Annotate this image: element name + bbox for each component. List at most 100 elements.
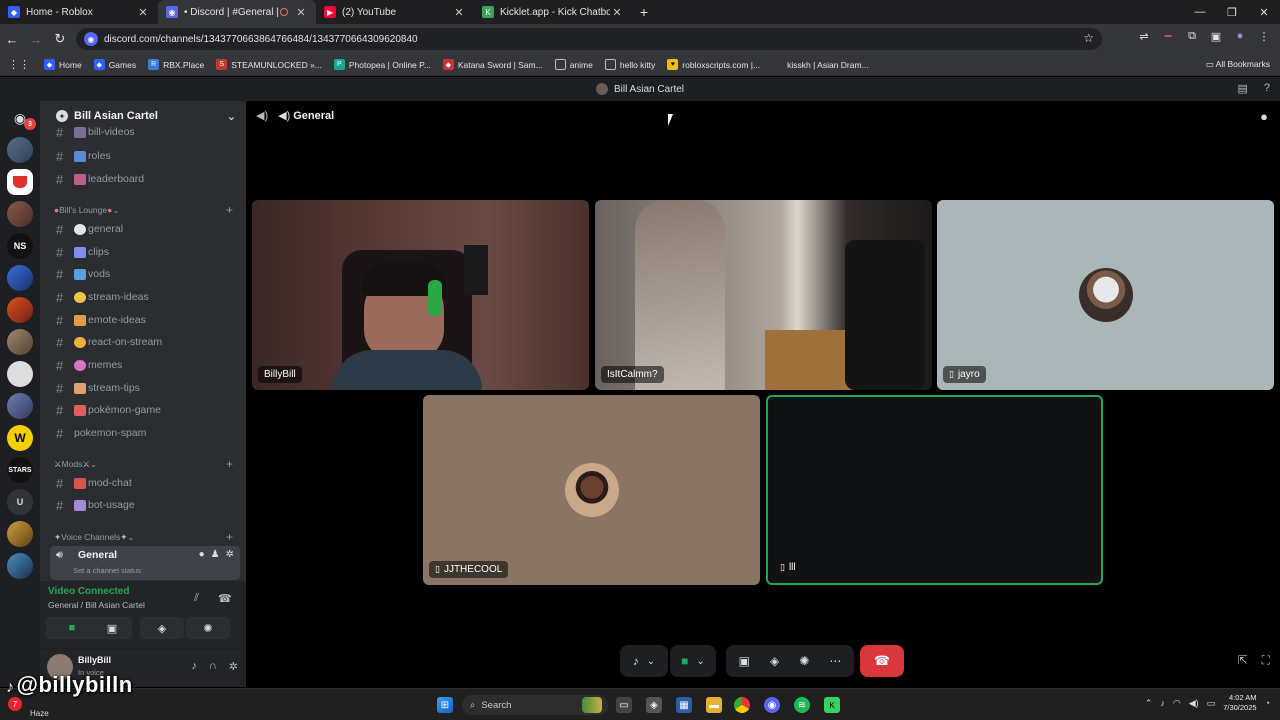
screen-share-icon[interactable]: ▣: [739, 654, 750, 668]
more-options-icon[interactable]: ⋯: [829, 654, 841, 668]
forward-icon[interactable]: →: [24, 32, 48, 47]
server-icon[interactable]: [7, 393, 33, 419]
profile-icon[interactable]: ●: [1232, 30, 1248, 46]
channel-item[interactable]: # memes: [50, 355, 240, 375]
reload-icon[interactable]: ↻: [48, 31, 72, 47]
channel-item[interactable]: # pokemon-spam: [50, 423, 240, 443]
chat-icon[interactable]: ●: [1260, 109, 1268, 124]
spotify-icon[interactable]: ≋: [794, 697, 810, 713]
notifications-bell-icon[interactable]: ◔: [1265, 698, 1270, 708]
discord-taskbar-icon[interactable]: ◉: [764, 697, 780, 713]
participant-tile-isitcalmm[interactable]: IsItCalmm?: [595, 200, 932, 390]
server-icon[interactable]: U: [7, 489, 33, 515]
server-icon[interactable]: [7, 553, 33, 579]
server-icon[interactable]: [7, 201, 33, 227]
apps-grid-icon[interactable]: ⋮⋮: [8, 58, 30, 71]
channel-item[interactable]: # emote-ideas: [50, 310, 240, 330]
kick-app-icon[interactable]: K: [824, 697, 840, 713]
new-tab-button[interactable]: +: [632, 0, 656, 24]
tab-youtube[interactable]: ▶ (2) YouTube ✕: [316, 0, 474, 24]
bookmark-folder-anime[interactable]: anime: [554, 59, 593, 70]
volume-icon[interactable]: ◀): [1189, 698, 1199, 709]
channel-item[interactable]: # mod-chat: [50, 473, 240, 493]
participant-tile-jjthecool[interactable]: ▯ JJTHECOOL: [423, 395, 760, 585]
bookmark-steamunlocked[interactable]: S STEAMUNLOCKED »...: [216, 59, 322, 70]
microphone-icon[interactable]: ♪: [191, 660, 197, 673]
all-bookmarks-button[interactable]: ▭ All Bookmarks: [1206, 59, 1270, 70]
channel-item[interactable]: # react-on-stream: [50, 332, 240, 352]
create-channel-icon[interactable]: +: [226, 457, 233, 471]
clock[interactable]: 4:02 AM 7/30/2025: [1223, 693, 1256, 713]
task-view-icon[interactable]: ▭: [616, 697, 632, 713]
fullscreen-icon[interactable]: ⛶: [1262, 653, 1270, 668]
back-icon[interactable]: ←: [0, 32, 24, 47]
category-bills-lounge[interactable]: ● Bill's Lounge ● ⌄ +: [54, 203, 244, 217]
disconnect-icon[interactable]: ☎: [218, 592, 232, 605]
channel-item[interactable]: # stream-tips: [50, 378, 240, 398]
mute-microphone-button[interactable]: ♪ ⌄: [620, 645, 668, 677]
bookmark-home[interactable]: ◆ Home: [44, 59, 82, 70]
activities-button[interactable]: ◈: [140, 617, 184, 639]
taskbar-search[interactable]: ⌕ Search: [462, 695, 608, 715]
server-icon[interactable]: [7, 329, 33, 355]
channel-item[interactable]: # bill-videos: [50, 125, 240, 139]
tab-roblox[interactable]: ◆ Home - Roblox ✕: [0, 0, 158, 24]
file-explorer-icon[interactable]: ▬: [706, 697, 722, 713]
help-icon[interactable]: ?: [1264, 82, 1270, 95]
bookmark-katana[interactable]: ◆ Katana Sword | Sam...: [442, 59, 543, 70]
close-tab-icon[interactable]: ✕: [610, 6, 624, 19]
tab-kicklet[interactable]: K Kicklet.app - Kick Chatbot and ✕: [474, 0, 632, 24]
bookmark-games[interactable]: ◆ Games: [93, 59, 136, 70]
channel-item[interactable]: # roles: [50, 146, 240, 166]
sidepanel-icon[interactable]: ▣: [1208, 30, 1224, 46]
category-mods[interactable]: ⚔ Mods ⚔ ⌄ +: [54, 457, 244, 471]
server-icon[interactable]: NS: [7, 233, 33, 259]
soundboard-button[interactable]: ✺: [186, 617, 230, 639]
address-bar[interactable]: ◉ discord.com/channels/13437706638647664…: [76, 28, 1102, 50]
channel-item[interactable]: # vods: [50, 264, 240, 284]
close-tab-icon[interactable]: ✕: [452, 6, 466, 19]
bookmark-rbxplace[interactable]: R RBX.Place: [148, 59, 204, 70]
close-window-icon[interactable]: ✕: [1248, 0, 1280, 24]
gear-icon[interactable]: ✲: [226, 549, 234, 560]
server-icon[interactable]: [7, 521, 33, 547]
restore-icon[interactable]: ❐: [1216, 0, 1248, 24]
close-tab-icon[interactable]: ✕: [136, 6, 150, 19]
chevron-up-icon[interactable]: ⌃: [1145, 698, 1153, 709]
extensions-puzzle-icon[interactable]: ⧉: [1184, 30, 1200, 46]
copilot-icon[interactable]: ◈: [646, 697, 662, 713]
extension-icon[interactable]: ━: [1160, 30, 1176, 46]
category-voice-channels[interactable]: ✦ Voice Channels ✦ ⌄ +: [54, 530, 244, 544]
gear-icon[interactable]: ✲: [229, 660, 238, 673]
edge-widget-icon[interactable]: ▦: [676, 697, 692, 713]
channel-item[interactable]: # clips: [50, 242, 240, 262]
close-tab-icon[interactable]: ✕: [294, 6, 308, 19]
microphone-icon[interactable]: ♪: [1160, 698, 1165, 708]
disconnect-call-button[interactable]: ☎: [860, 645, 904, 677]
headphones-icon[interactable]: ∩: [209, 660, 217, 673]
server-icon[interactable]: STARS: [7, 457, 33, 483]
bookmark-kisskh[interactable]: ··· kisskh | Asian Dram...: [772, 59, 869, 70]
server-icon[interactable]: [7, 137, 33, 163]
windows-start-icon[interactable]: ⊞: [437, 697, 453, 713]
minimize-icon[interactable]: —: [1184, 0, 1216, 24]
screen-share-button[interactable]: ▣: [92, 617, 132, 639]
pop-out-icon[interactable]: ⇱: [1238, 653, 1248, 668]
bookmark-robloxscripts[interactable]: ♥ robloxscripts.com |...: [667, 59, 760, 70]
video-button[interactable]: ■: [46, 617, 98, 639]
channel-item[interactable]: # bot-usage: [50, 495, 240, 515]
channel-status-input[interactable]: Set a channel status: [73, 566, 141, 575]
battery-icon[interactable]: ▭: [1207, 698, 1216, 709]
server-icon[interactable]: [7, 169, 33, 195]
server-icon[interactable]: [7, 265, 33, 291]
create-channel-icon[interactable]: +: [226, 530, 233, 544]
inbox-icon[interactable]: ▤: [1237, 82, 1247, 95]
menu-kebab-icon[interactable]: ⋮: [1256, 30, 1272, 46]
soundboard-icon[interactable]: ✺: [799, 654, 809, 668]
channel-item[interactable]: # leaderboard: [50, 169, 240, 189]
noise-suppression-icon[interactable]: ⫽: [194, 592, 199, 605]
server-icon[interactable]: W: [7, 425, 33, 451]
channel-item[interactable]: # general: [50, 219, 240, 239]
bookmark-photopea[interactable]: P Photopea | Online P...: [333, 59, 431, 70]
create-channel-icon[interactable]: +: [226, 203, 233, 217]
